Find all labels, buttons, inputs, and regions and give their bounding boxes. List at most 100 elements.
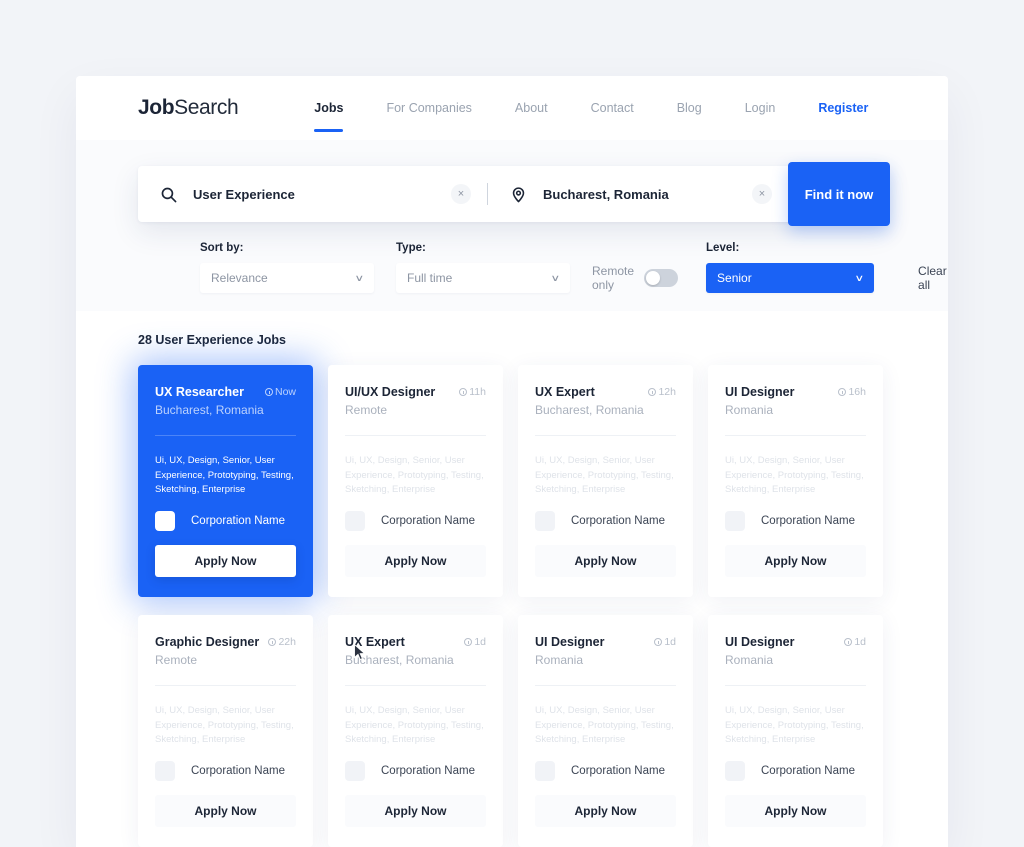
job-company: Corporation Name <box>725 761 866 781</box>
company-name: Corporation Name <box>191 765 285 777</box>
apply-now-button[interactable]: Apply Now <box>725 795 866 827</box>
level-filter: Level: Senior ∨ <box>706 242 875 293</box>
job-card-divider <box>155 685 296 686</box>
job-company: Corporation Name <box>535 511 676 531</box>
search-input[interactable] <box>193 186 451 202</box>
job-card[interactable]: UX Expert 12h Bucharest, Romania Ui, UX, De… <box>518 365 693 597</box>
company-logo <box>155 761 175 781</box>
job-card[interactable]: UI Designer 1d Romania Ui, UX, Design, Seni… <box>518 615 693 847</box>
company-name: Corporation Name <box>761 515 855 527</box>
job-company: Corporation Name <box>155 761 296 781</box>
job-posted-time-value: 12h <box>658 386 676 398</box>
job-title: UI/UX Designer <box>345 385 436 399</box>
clear-all-button[interactable]: Clear all <box>918 263 947 293</box>
brand-logo-light: Search <box>174 96 239 119</box>
sort-by-value: Relevance <box>211 271 268 285</box>
job-company: Corporation Name <box>345 511 486 531</box>
nav-item-for-companies[interactable]: For Companies <box>386 76 471 140</box>
company-name: Corporation Name <box>761 765 855 777</box>
location-input[interactable] <box>543 186 752 202</box>
job-card-header: UX Researcher Now <box>155 385 296 399</box>
type-select[interactable]: Full time ∨ <box>396 263 570 293</box>
job-card[interactable]: UX Expert 1d Bucharest, Romania Ui, UX, Des… <box>328 615 503 847</box>
job-card[interactable]: UX Researcher Now Bucharest, Romania Ui, UX… <box>138 365 313 597</box>
job-posted-time: 1d <box>844 636 866 648</box>
chevron-down-icon: ∨ <box>854 272 865 283</box>
search-icon <box>160 186 177 203</box>
type-filter: Type: Full time ∨ <box>396 242 570 293</box>
job-posted-time: 1d <box>654 636 676 648</box>
job-posted-time: Now <box>264 386 296 398</box>
job-posted-time-value: 16h <box>848 386 866 398</box>
results-heading: 28 User Experience Jobs <box>138 333 286 347</box>
level-label: Level: <box>706 242 740 254</box>
job-card[interactable]: Graphic Designer 22h Remote Ui, UX, Design,… <box>138 615 313 847</box>
sort-by-label: Sort by: <box>200 242 244 254</box>
remote-only-filter: Remote only <box>592 263 679 293</box>
toggle-knob <box>646 271 661 285</box>
job-card[interactable]: UI Designer 16h Romania Ui, UX, Design, Sen… <box>708 365 883 597</box>
nav-item-jobs[interactable]: Jobs <box>314 76 344 140</box>
job-location: Remote <box>345 403 388 417</box>
job-posted-time-value: 1d <box>854 636 866 648</box>
site-header: JobSearch Jobs For Companies About Contact B… <box>76 76 948 140</box>
job-location: Romania <box>535 653 584 667</box>
clock-icon <box>268 638 277 646</box>
apply-now-button[interactable]: Apply Now <box>155 545 296 577</box>
clear-keyword-button[interactable]: × <box>451 184 471 204</box>
job-location: Bucharest, Romania <box>345 653 454 667</box>
job-tags: Ui, UX, Design, Senior, User Experience,… <box>535 455 674 496</box>
sort-by-select[interactable]: Relevance ∨ <box>200 263 374 293</box>
nav-item-register[interactable]: Register <box>818 76 868 140</box>
company-name: Corporation Name <box>571 515 665 527</box>
job-title: UI Designer <box>535 635 605 649</box>
apply-now-button[interactable]: Apply Now <box>155 795 296 827</box>
job-card-divider <box>155 435 296 436</box>
apply-now-button[interactable]: Apply Now <box>535 545 676 577</box>
location-search-segment: × <box>488 166 788 222</box>
nav-item-about[interactable]: About <box>515 76 548 140</box>
brand-logo[interactable]: JobSearch <box>138 96 239 120</box>
clock-icon <box>648 388 657 396</box>
job-tags: Ui, UX, Design, Senior, User Experience,… <box>345 705 484 746</box>
job-company: Corporation Name <box>535 761 676 781</box>
company-logo <box>345 761 365 781</box>
sort-by-filter: Sort by: Relevance ∨ <box>200 242 374 293</box>
nav-item-login[interactable]: Login <box>745 76 776 140</box>
job-posted-time: 22h <box>268 636 296 648</box>
job-card-divider <box>535 435 676 436</box>
company-logo <box>155 511 175 531</box>
keyword-search-segment: × <box>138 166 487 222</box>
level-select[interactable]: Senior ∨ <box>706 263 875 293</box>
job-tags: Ui, UX, Design, Senior, User Experience,… <box>345 455 484 496</box>
job-card[interactable]: UI/UX Designer 11h Remote Ui, UX, Design, S… <box>328 365 503 597</box>
brand-logo-bold: Job <box>138 96 175 119</box>
job-posted-time-value: 1d <box>664 636 676 648</box>
clock-icon <box>654 638 663 646</box>
job-posted-time: 12h <box>648 386 676 398</box>
nav-item-contact[interactable]: Contact <box>591 76 634 140</box>
clear-location-button[interactable]: × <box>752 184 772 204</box>
company-logo <box>345 511 365 531</box>
apply-now-button[interactable]: Apply Now <box>535 795 676 827</box>
apply-now-button[interactable]: Apply Now <box>725 545 866 577</box>
chevron-down-icon: ∨ <box>354 272 365 283</box>
chevron-down-icon: ∨ <box>550 272 561 283</box>
filter-row: Sort by: Relevance ∨ Type: Full time ∨ R… <box>138 222 947 311</box>
type-value: Full time <box>407 271 453 285</box>
company-name: Corporation Name <box>571 765 665 777</box>
app-window: JobSearch Jobs For Companies About Contact B… <box>76 76 948 847</box>
company-name: Corporation Name <box>191 515 285 527</box>
company-name: Corporation Name <box>381 515 475 527</box>
apply-now-button[interactable]: Apply Now <box>345 545 486 577</box>
job-tags: Ui, UX, Design, Senior, User Experience,… <box>155 455 294 496</box>
company-logo <box>535 511 555 531</box>
job-posted-time: 1d <box>464 636 486 648</box>
apply-now-button[interactable]: Apply Now <box>345 795 486 827</box>
find-it-now-button[interactable]: Find it now <box>788 162 890 226</box>
remote-only-toggle[interactable] <box>644 269 679 287</box>
job-card-divider <box>725 685 866 686</box>
job-card[interactable]: UI Designer 1d Romania Ui, UX, Design, Seni… <box>708 615 883 847</box>
nav-item-blog[interactable]: Blog <box>677 76 702 140</box>
job-card-divider <box>345 435 486 436</box>
